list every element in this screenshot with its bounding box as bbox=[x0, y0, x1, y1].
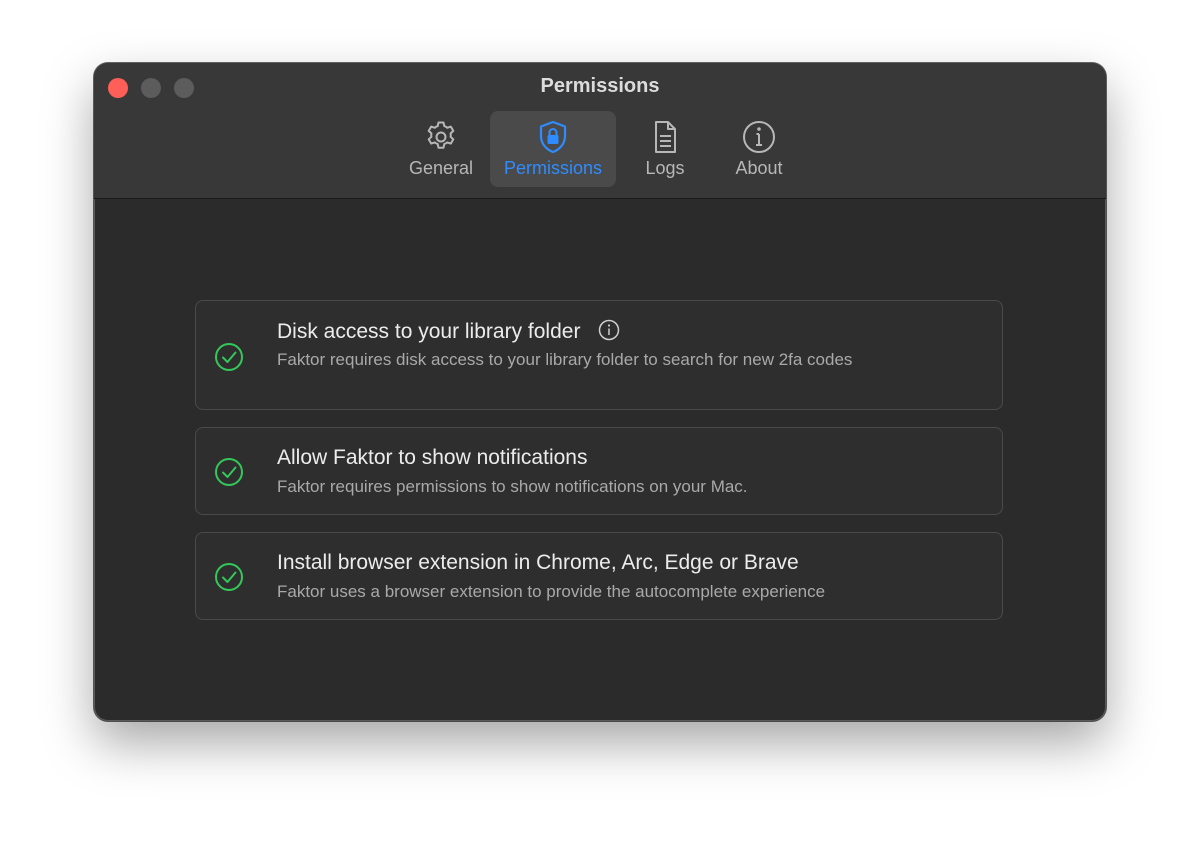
toolbar-tabs: General Permissions Logs About bbox=[94, 111, 1106, 187]
tab-permissions[interactable]: Permissions bbox=[490, 111, 616, 187]
tab-about-label: About bbox=[735, 158, 783, 178]
tab-logs-label: Logs bbox=[645, 158, 685, 178]
tab-general-label: General bbox=[408, 158, 474, 178]
permission-title: Disk access to your library folder bbox=[277, 319, 620, 344]
info-icon[interactable] bbox=[598, 319, 620, 341]
tab-permissions-label: Permissions bbox=[503, 158, 603, 178]
window-title: Permissions bbox=[540, 75, 660, 97]
permission-title-text: Disk access to your library folder bbox=[277, 320, 581, 343]
check-circle-icon bbox=[215, 563, 243, 591]
permission-description: Faktor requires disk access to your libr… bbox=[277, 350, 853, 369]
tab-logs[interactable]: Logs bbox=[622, 111, 708, 187]
info-icon bbox=[743, 121, 775, 153]
permission-card-disk-access: Disk access to your library folder Fakto… bbox=[195, 300, 1003, 410]
permissions-panel: Disk access to your library folder Fakto… bbox=[94, 199, 1106, 721]
permission-card-browser-extension: Install browser extension in Chrome, Arc… bbox=[195, 532, 1003, 620]
check-circle-icon bbox=[215, 458, 243, 486]
document-icon bbox=[655, 121, 676, 153]
check-circle-icon bbox=[215, 343, 243, 371]
shield-lock-icon bbox=[539, 120, 567, 154]
permission-description: Faktor uses a browser extension to provi… bbox=[277, 582, 826, 601]
permission-card-notifications: Allow Faktor to show notifications Fakto… bbox=[195, 427, 1003, 515]
preferences-window: Permissions General Permissions Logs Abo… bbox=[94, 63, 1106, 721]
tab-about[interactable]: About bbox=[716, 111, 802, 187]
tab-general[interactable]: General bbox=[397, 111, 485, 187]
permission-description: Faktor requires permissions to show noti… bbox=[277, 477, 748, 496]
title-bar: Permissions General Permissions Logs Abo… bbox=[94, 63, 1106, 199]
permission-title: Allow Faktor to show notifications bbox=[277, 446, 588, 469]
gear-icon bbox=[427, 121, 455, 149]
permission-title: Install browser extension in Chrome, Arc… bbox=[277, 551, 799, 574]
